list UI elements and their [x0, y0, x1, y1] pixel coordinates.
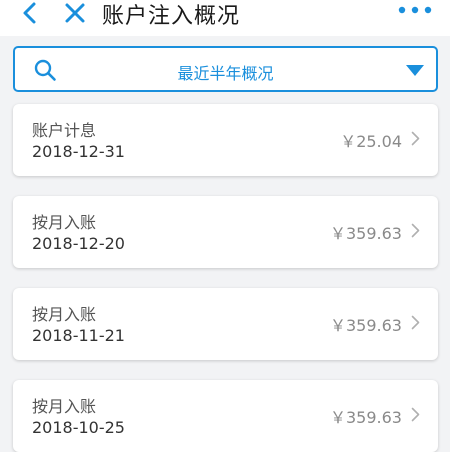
record-name: 账户计息: [32, 121, 97, 140]
close-icon[interactable]: [64, 2, 86, 24]
top-bar: 账户注入概况: [0, 0, 450, 36]
record-amount: ￥359.63: [330, 316, 402, 335]
record-amount: ￥359.63: [330, 224, 402, 243]
chevron-right-icon: [411, 131, 420, 146]
record-card[interactable]: 按月入账 2018-12-20 ￥359.63: [13, 196, 438, 268]
record-card[interactable]: 按月入账 2018-11-21 ￥359.63: [13, 288, 438, 360]
chevron-right-icon: [411, 223, 420, 238]
chevron-right-icon: [411, 315, 420, 330]
record-date: 2018-10-25: [32, 418, 125, 437]
chevron-left-icon[interactable]: [20, 0, 40, 26]
record-card[interactable]: 账户计息 2018-12-31 ￥25.04: [13, 104, 438, 176]
chevron-right-icon: [411, 407, 420, 422]
record-date: 2018-12-31: [32, 142, 125, 161]
record-card[interactable]: 按月入账 2018-10-25 ￥359.63: [13, 380, 438, 452]
record-date: 2018-11-21: [32, 326, 125, 345]
record-amount: ￥359.63: [330, 408, 402, 427]
more-horizontal-icon[interactable]: [398, 6, 432, 14]
record-name: 按月入账: [32, 213, 97, 232]
period-filter-dropdown[interactable]: 最近半年概况: [13, 46, 438, 92]
record-name: 按月入账: [32, 397, 97, 416]
caret-down-icon[interactable]: [406, 65, 424, 76]
page-title: 账户注入概况: [102, 4, 241, 29]
record-name: 按月入账: [32, 305, 97, 324]
record-date: 2018-12-20: [32, 234, 125, 253]
period-filter-value: 最近半年概况: [177, 64, 274, 83]
record-amount: ￥25.04: [340, 132, 402, 151]
